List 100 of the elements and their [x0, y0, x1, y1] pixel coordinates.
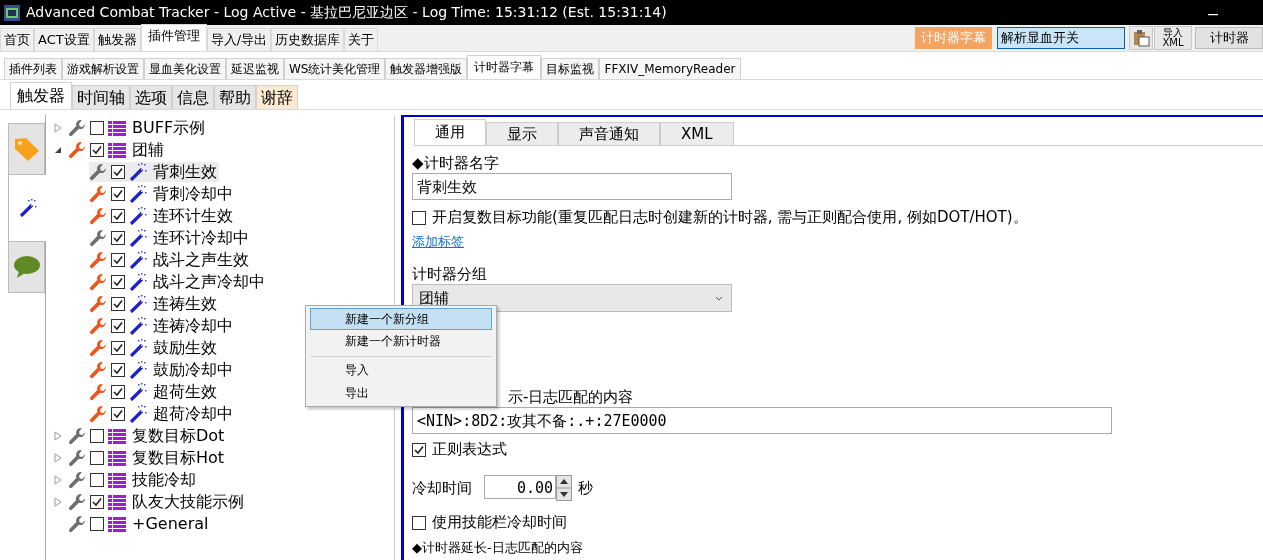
checkbox[interactable] — [111, 407, 125, 421]
cooldown-field[interactable]: 0.00 — [484, 475, 556, 499]
checkbox[interactable] — [412, 210, 426, 225]
checkbox[interactable] — [111, 275, 125, 289]
window-title: Advanced Combat Tracker - Log Active - 基拉巴尼亚边区 - Log Time: 15:31:12 (Est. 15:31:14) — [26, 3, 667, 22]
wrench-icon[interactable] — [68, 493, 86, 511]
name-field[interactable]: 背刺生效 — [412, 173, 732, 200]
checkbox[interactable] — [111, 385, 125, 399]
sub-tab[interactable]: 谢辞 — [256, 85, 298, 109]
checkbox[interactable] — [90, 495, 104, 509]
tree-item[interactable]: 战斗之声生效 — [151, 250, 251, 270]
editor-tab[interactable]: 声音通知 — [558, 122, 660, 145]
checkbox[interactable] — [111, 319, 125, 333]
checkbox[interactable] — [90, 121, 104, 135]
tree-item[interactable]: 复数目标Hot — [130, 448, 227, 468]
main-tab[interactable]: 触发器 — [93, 28, 141, 51]
spinner-buttons[interactable] — [556, 475, 572, 501]
wrench-icon[interactable] — [68, 427, 86, 445]
main-tab[interactable]: ACT设置 — [34, 28, 94, 51]
checkbox[interactable] — [90, 451, 104, 465]
checkbox[interactable] — [111, 187, 125, 201]
checkbox[interactable] — [111, 341, 125, 355]
wrench-icon[interactable] — [68, 471, 86, 489]
import-xml-button[interactable]: 导入 XML — [1154, 26, 1192, 50]
sub-tab[interactable]: 帮助 — [214, 85, 256, 109]
editor-tab[interactable]: 显示 — [486, 122, 558, 145]
checkbox[interactable] — [111, 363, 125, 377]
tree-item[interactable]: 连环计生效 — [151, 206, 235, 226]
tree-item[interactable]: 队友大技能示例 — [130, 492, 246, 512]
tree-item[interactable]: 连祷冷却中 — [151, 316, 235, 336]
checkbox[interactable] — [111, 165, 125, 179]
plugin-tab[interactable]: 延迟监视 — [226, 58, 284, 79]
sub-tab[interactable]: 时间轴 — [72, 85, 130, 109]
tree-item[interactable]: 鼓励生效 — [151, 338, 219, 358]
search-field[interactable]: 解析显血开关 — [997, 27, 1125, 49]
menu-item[interactable]: 导出 — [310, 382, 492, 404]
tree-item[interactable]: 鼓励冷却中 — [151, 360, 235, 380]
list-icon — [108, 142, 126, 158]
tree-item[interactable]: 背刺冷却中 — [151, 184, 235, 204]
main-tab[interactable]: 插件管理 — [140, 24, 207, 51]
plugin-tab[interactable]: 计时器字幕 — [467, 55, 542, 79]
tree-item[interactable]: 技能冷却 — [130, 470, 198, 490]
editor-tab[interactable]: 通用 — [414, 119, 486, 145]
menu-item[interactable]: 新建一个新计时器 — [310, 330, 492, 352]
sub-tab[interactable]: 选项 — [130, 85, 172, 109]
checkbox[interactable] — [412, 515, 426, 530]
tree-item[interactable]: +General — [130, 514, 211, 534]
plugin-tab[interactable]: 显血美化设置 — [144, 58, 226, 79]
status-label: 计时器字幕 — [915, 27, 992, 49]
checkbox[interactable] — [90, 517, 104, 531]
checkbox[interactable] — [90, 473, 104, 487]
sub-tab[interactable]: 触发器 — [10, 82, 72, 109]
wrench-icon[interactable] — [89, 229, 107, 247]
sub-tab[interactable]: 信息 — [172, 85, 214, 109]
wrench-icon[interactable] — [68, 515, 86, 533]
wrench-icon[interactable] — [68, 449, 86, 467]
wrench-icon[interactable] — [68, 119, 86, 137]
tree-item[interactable]: 超荷生效 — [151, 382, 219, 402]
paste-button[interactable] — [1129, 26, 1153, 50]
tree-item[interactable]: 战斗之声冷却中 — [151, 272, 267, 292]
match-field[interactable]: <NIN>:8D2:攻其不备:.+:27E0000 — [412, 407, 1112, 434]
checkbox[interactable] — [90, 143, 104, 157]
checkbox[interactable] — [90, 429, 104, 443]
checkbox[interactable] — [111, 253, 125, 267]
main-tab[interactable]: 导入/导出 — [206, 28, 272, 51]
menu-item[interactable]: 新建一个新分组 — [310, 308, 492, 330]
wand-tab[interactable] — [8, 174, 46, 242]
checkbox[interactable] — [111, 297, 125, 311]
plugin-tab[interactable]: 目标监视 — [541, 58, 600, 79]
group-select[interactable]: 团辅 — [412, 284, 732, 312]
list-icon — [108, 428, 126, 444]
plugin-tab[interactable]: 插件列表 — [4, 58, 62, 79]
plugin-tab[interactable]: 触发器增强版 — [385, 58, 468, 79]
tree-item[interactable]: 超荷冷却中 — [151, 404, 235, 424]
timer-button[interactable]: 计时器 — [1195, 27, 1263, 49]
tree-item[interactable]: BUFF示例 — [130, 118, 208, 138]
wand-icon — [129, 229, 147, 247]
main-tab[interactable]: 首页 — [0, 28, 34, 51]
unit-label: 秒 — [578, 478, 593, 498]
wand-icon — [129, 207, 147, 225]
plugin-tab[interactable]: FFXIV_MemoryReader — [599, 58, 741, 79]
wand-icon — [129, 405, 147, 423]
plugin-tab[interactable]: 游戏解析设置 — [62, 58, 144, 79]
tree-item[interactable]: 团辅 — [130, 140, 166, 160]
tree-item[interactable]: 复数目标Dot — [130, 426, 227, 446]
main-tab[interactable]: 历史数据库 — [271, 28, 345, 51]
tree-item[interactable]: 连环计冷却中 — [151, 228, 251, 248]
tree-item[interactable]: 连祷生效 — [151, 294, 219, 314]
editor-tab[interactable]: XML — [660, 122, 734, 145]
chat-tab[interactable] — [8, 241, 45, 293]
checkbox[interactable] — [412, 442, 426, 457]
checkbox[interactable] — [111, 209, 125, 223]
checkbox[interactable] — [111, 231, 125, 245]
wrench-icon[interactable] — [89, 163, 107, 181]
field-label: ◆计时器延长-日志匹配的内容 — [412, 539, 584, 557]
collapse-icon[interactable] — [54, 146, 62, 154]
add-tag-link[interactable]: 添加标签 — [412, 233, 464, 251]
plugin-tab[interactable]: WS统计美化管理 — [284, 58, 386, 79]
menu-item[interactable]: 导入 — [310, 356, 492, 382]
main-tab[interactable]: 关于 — [344, 28, 379, 51]
